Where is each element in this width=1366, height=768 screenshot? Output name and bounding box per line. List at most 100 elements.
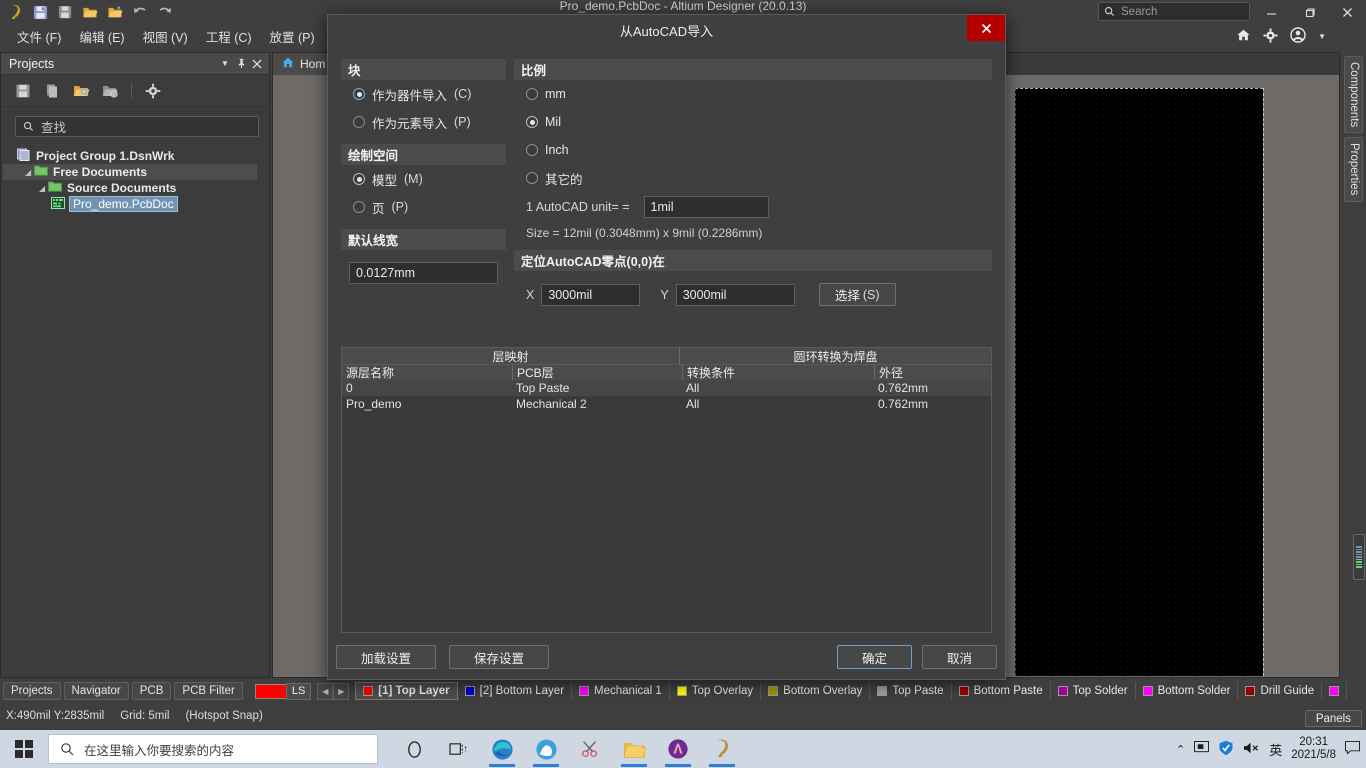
altium-icon[interactable] xyxy=(658,730,698,768)
layer-tab-top-paste[interactable]: Top Paste xyxy=(870,682,952,700)
gear-icon[interactable] xyxy=(143,81,163,101)
snip-icon[interactable] xyxy=(570,730,610,768)
layer-tab-top-layer[interactable]: [1] Top Layer xyxy=(355,682,458,700)
layer-next-button[interactable]: ▶ xyxy=(333,682,350,700)
open-project-icon[interactable] xyxy=(104,2,126,22)
explorer-icon[interactable] xyxy=(614,730,654,768)
default-line-width-input[interactable]: 0.0127mm xyxy=(349,262,498,284)
edge-icon[interactable] xyxy=(482,730,522,768)
shield-icon[interactable] xyxy=(1218,740,1234,759)
origin-y-input[interactable]: 3000mil xyxy=(675,283,795,306)
layer-tab-bottom-solder[interactable]: Bottom Solder xyxy=(1136,682,1239,700)
close-icon[interactable] xyxy=(249,56,265,72)
radio-drawing-space-model[interactable]: 模型 (M) xyxy=(341,165,506,193)
heads-up-display-widget[interactable] xyxy=(1353,534,1365,580)
layer-prev-button[interactable]: ◀ xyxy=(317,682,334,700)
menu-edit[interactable]: 编辑 (E) xyxy=(70,24,133,49)
monitor-icon[interactable] xyxy=(1194,741,1210,757)
gear-icon[interactable] xyxy=(1263,27,1278,46)
action-center-icon[interactable] xyxy=(1345,740,1360,758)
twisty-expanded-icon[interactable]: ◢ xyxy=(25,168,34,177)
active-layer-color-chip[interactable] xyxy=(254,683,287,699)
panel-button-projects[interactable]: Projects xyxy=(3,682,61,700)
ok-button[interactable]: 确定 xyxy=(837,645,912,669)
minimize-button[interactable] xyxy=(1252,0,1290,24)
column-header-outer-diameter[interactable]: 外径 xyxy=(874,365,991,380)
account-icon[interactable] xyxy=(1290,27,1306,46)
panels-button[interactable]: Panels xyxy=(1304,710,1362,727)
radio-drawing-space-page[interactable]: 页 (P) xyxy=(341,193,506,221)
layer-tab-bottom-paste[interactable]: Bottom Paste xyxy=(952,682,1051,700)
radio-scale-other[interactable]: 其它的 xyxy=(514,164,992,192)
redo-icon[interactable] xyxy=(154,2,176,22)
layer-mapping-table[interactable]: 层映射 圆环转换为焊盘 源层名称 PCB层 转换条件 外径 0 Top Past… xyxy=(341,347,992,633)
task-view-icon[interactable] xyxy=(438,730,478,768)
twisty-expanded-icon[interactable]: ◢ xyxy=(39,184,48,193)
dock-tab-properties[interactable]: Properties xyxy=(1344,137,1363,202)
undo-icon[interactable] xyxy=(129,2,151,22)
tab-home[interactable]: Hom xyxy=(273,53,335,75)
taskbar-clock[interactable]: 20:31 2021/5/8 xyxy=(1291,736,1336,762)
pin-icon[interactable] xyxy=(233,56,249,72)
dock-tab-components[interactable]: Components xyxy=(1344,56,1363,134)
menu-file[interactable]: 文件 (F) xyxy=(8,24,70,49)
table-row[interactable]: 0 Top Paste All 0.762mm xyxy=(342,380,991,396)
layer-tab-overflow[interactable] xyxy=(1322,682,1348,700)
radio-import-as-component[interactable]: 作为器件导入 (C) xyxy=(341,80,506,108)
home-icon[interactable] xyxy=(1236,28,1251,45)
tree-item-workspace[interactable]: Project Group 1.DsnWrk xyxy=(3,148,267,164)
browser-icon[interactable] xyxy=(526,730,566,768)
layer-tab-bottom-overlay[interactable]: Bottom Overlay xyxy=(761,682,871,700)
radio-import-as-primitive[interactable]: 作为元素导入 (P) xyxy=(341,108,506,136)
radio-scale-mil[interactable]: Mil xyxy=(514,108,992,136)
ime-icon[interactable]: 英 xyxy=(1269,740,1282,759)
autocad-unit-input[interactable]: 1mil xyxy=(643,196,769,218)
open-folder-icon[interactable] xyxy=(79,2,101,22)
close-button[interactable] xyxy=(1328,0,1366,24)
altium-designer-icon[interactable] xyxy=(702,730,742,768)
save-icon[interactable] xyxy=(13,81,33,101)
save-icon[interactable] xyxy=(29,2,51,22)
layer-tab-bottom-layer[interactable]: [2] Bottom Layer xyxy=(458,682,573,700)
tree-item-source-documents[interactable]: ◢ Source Documents xyxy=(3,180,267,196)
cancel-button[interactable]: 取消 xyxy=(922,645,997,669)
origin-x-input[interactable]: 3000mil xyxy=(541,283,641,306)
column-header-source-layer[interactable]: 源层名称 xyxy=(342,365,512,380)
panel-button-pcb[interactable]: PCB xyxy=(131,682,172,700)
start-button[interactable] xyxy=(0,730,48,768)
menu-place[interactable]: 放置 (P) xyxy=(261,24,324,49)
layer-tab-top-solder[interactable]: Top Solder xyxy=(1051,682,1136,700)
panel-button-pcb-filter[interactable]: PCB Filter xyxy=(174,682,243,700)
chevron-up-icon[interactable]: ⌃ xyxy=(1176,743,1185,756)
table-row[interactable]: Pro_demo Mechanical 2 All 0.762mm xyxy=(342,396,991,412)
save-all-icon[interactable] xyxy=(54,2,76,22)
layer-tab-drill-guide[interactable]: Drill Guide xyxy=(1238,682,1323,700)
menu-project[interactable]: 工程 (C) xyxy=(197,24,261,49)
layer-set-label[interactable]: LS xyxy=(285,682,312,700)
radio-scale-inch[interactable]: Inch xyxy=(514,136,992,164)
load-settings-button[interactable]: 加载设置 xyxy=(336,645,436,669)
tree-item-free-documents[interactable]: ◢ Free Documents xyxy=(3,164,257,180)
volume-mute-icon[interactable] xyxy=(1243,741,1260,758)
cortana-icon[interactable] xyxy=(394,730,434,768)
panel-button-navigator[interactable]: Navigator xyxy=(63,682,129,700)
save-settings-button[interactable]: 保存设置 xyxy=(449,645,549,669)
chevron-down-icon[interactable]: ▼ xyxy=(217,56,233,72)
project-options-icon[interactable] xyxy=(100,81,120,101)
projects-find-input[interactable]: 查找 xyxy=(15,116,259,137)
taskbar-search-box[interactable]: 在这里输入你要搜索的内容 xyxy=(48,734,378,764)
global-search-box[interactable]: Search xyxy=(1098,2,1250,21)
tree-item-pro-demo-pcbdoc[interactable]: Pro_demo.PcbDoc xyxy=(3,196,267,212)
column-header-pcb-layer[interactable]: PCB层 xyxy=(512,365,682,380)
open-project-icon[interactable] xyxy=(71,81,91,101)
maximize-button[interactable] xyxy=(1290,0,1328,24)
compile-icon[interactable] xyxy=(42,81,62,101)
chevron-down-icon[interactable]: ▼ xyxy=(1318,32,1326,41)
dialog-close-button[interactable] xyxy=(967,15,1005,41)
layer-tab-top-overlay[interactable]: Top Overlay xyxy=(670,682,762,700)
menu-view[interactable]: 视图 (V) xyxy=(134,24,197,49)
radio-scale-mm[interactable]: mm xyxy=(514,80,992,108)
layer-tab-mechanical-1[interactable]: Mechanical 1 xyxy=(572,682,670,700)
column-header-convert-condition[interactable]: 转换条件 xyxy=(682,365,874,380)
select-origin-button[interactable]: 选择 (S) xyxy=(818,283,896,306)
